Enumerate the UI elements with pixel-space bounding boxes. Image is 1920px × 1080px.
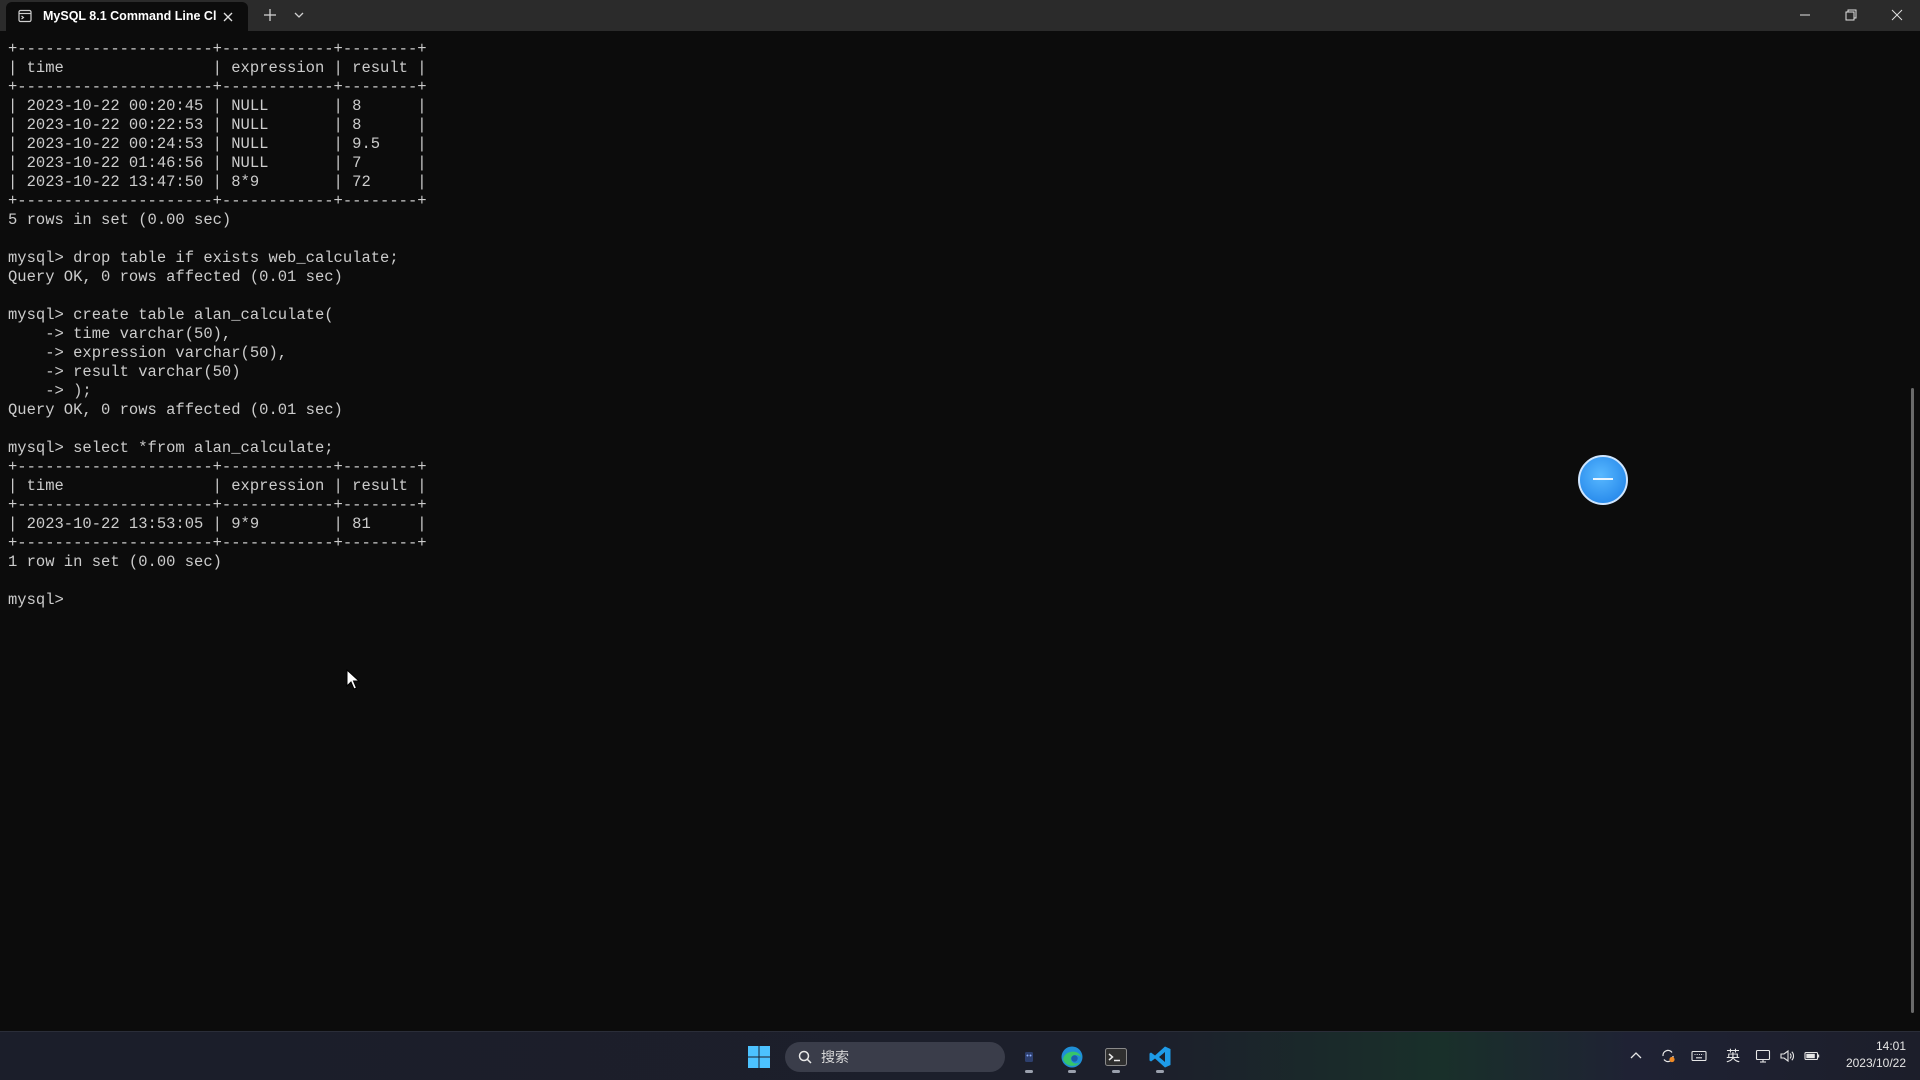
running-indicator: [1025, 1070, 1033, 1073]
taskbar-app-vscode[interactable]: [1143, 1040, 1177, 1074]
windows-start-icon: [748, 1046, 770, 1068]
terminal-line: | 2023-10-22 00:24:53 | NULL | 9.5 |: [8, 135, 427, 153]
floating-assistant-icon[interactable]: [1578, 455, 1628, 505]
tray-network[interactable]: [1755, 1045, 1773, 1067]
taskbar: 搜索 英 14:01 2023/10/22: [0, 1031, 1920, 1080]
tray-sync[interactable]: [1660, 1045, 1678, 1067]
sync-icon: [1662, 1049, 1675, 1063]
terminal-line: | 2023-10-22 13:53:05 | 9*9 | 81 |: [8, 515, 427, 533]
terminal-line: 1 row in set (0.00 sec): [8, 553, 222, 571]
terminal-line: | 2023-10-22 00:20:45 | NULL | 8 |: [8, 97, 427, 115]
terminal-line: +---------------------+------------+----…: [8, 458, 427, 476]
terminal-line: | time | expression | result |: [8, 59, 427, 77]
terminal-line: Query OK, 0 rows affected (0.01 sec): [8, 268, 343, 286]
close-window-button[interactable]: [1874, 0, 1920, 31]
terminal-line: mysql>: [8, 591, 74, 609]
taskbar-app-edge[interactable]: [1055, 1040, 1089, 1074]
clock-date: 2023/10/22: [1845, 1056, 1906, 1070]
tab-mysql-client[interactable]: MySQL 8.1 Command Line Clie: [6, 2, 248, 31]
terminal-line: Query OK, 0 rows affected (0.01 sec): [8, 401, 343, 419]
keyboard-icon: [1691, 1050, 1707, 1062]
plus-icon[interactable]: [262, 7, 278, 23]
search-icon: [798, 1050, 812, 1064]
chevron-up-icon: [1630, 1052, 1642, 1059]
terminal-line: mysql> select *from alan_calculate;: [8, 439, 334, 457]
terminal-line: +---------------------+------------+----…: [8, 534, 427, 552]
scrollbar-thumb[interactable]: [1911, 388, 1914, 1013]
terminal-line: +---------------------+------------+----…: [8, 40, 427, 58]
terminal-line: -> expression varchar(50),: [8, 344, 288, 362]
title-bar: MySQL 8.1 Command Line Clie: [0, 0, 1920, 31]
terminal-line: -> );: [8, 382, 92, 400]
terminal-line: | 2023-10-22 00:22:53 | NULL | 8 |: [8, 116, 427, 134]
tray-ime-indicator[interactable]: 英: [1724, 1045, 1742, 1067]
clock-time: 14:01: [1875, 1039, 1906, 1053]
restore-icon: [1845, 9, 1857, 21]
vscode-icon: [1149, 1046, 1171, 1068]
minimize-icon: [1800, 14, 1810, 16]
terminal-output[interactable]: +---------------------+------------+----…: [8, 40, 427, 610]
close-icon: [1891, 9, 1903, 21]
terminal-line: mysql> drop table if exists web_calculat…: [8, 249, 399, 267]
running-indicator: [1156, 1070, 1164, 1073]
taskbar-search[interactable]: 搜索: [785, 1042, 1005, 1072]
terminal-line: | 2023-10-22 01:46:56 | NULL | 7 |: [8, 154, 427, 172]
tray-keyboard[interactable]: [1691, 1045, 1711, 1067]
edge-browser-icon: [1061, 1046, 1083, 1068]
network-icon: [1755, 1049, 1771, 1063]
mouse-pointer-icon: [346, 669, 360, 690]
minimize-button[interactable]: [1782, 0, 1828, 31]
taskbar-app-widget[interactable]: [1012, 1040, 1046, 1074]
tray-battery[interactable]: [1804, 1045, 1826, 1067]
terminal-line: +---------------------+------------+----…: [8, 78, 427, 96]
terminal-line: +---------------------+------------+----…: [8, 496, 427, 514]
widget-icon: [1025, 1052, 1033, 1062]
terminal-icon: [18, 9, 32, 23]
taskbar-clock[interactable]: 14:01 2023/10/22: [1836, 1038, 1906, 1072]
battery-icon: [1804, 1051, 1820, 1061]
start-button[interactable]: [742, 1040, 776, 1074]
chevron-down-icon[interactable]: [292, 9, 306, 21]
running-indicator: [1068, 1070, 1076, 1073]
volume-icon: [1780, 1049, 1794, 1063]
terminal-line: | 2023-10-22 13:47:50 | 8*9 | 72 |: [8, 173, 427, 191]
restore-button[interactable]: [1828, 0, 1874, 31]
terminal-pane[interactable]: +---------------------+------------+----…: [0, 31, 1920, 1031]
terminal-line: 5 rows in set (0.00 sec): [8, 211, 232, 229]
terminal-line: -> time varchar(50),: [8, 325, 232, 343]
running-indicator: [1112, 1070, 1120, 1073]
tray-overflow-button[interactable]: [1628, 1045, 1646, 1067]
terminal-line: mysql> create table alan_calculate(: [8, 306, 334, 324]
search-placeholder: 搜索: [821, 1049, 849, 1065]
close-icon[interactable]: [221, 10, 235, 24]
terminal-line: +---------------------+------------+----…: [8, 192, 427, 210]
tray-volume[interactable]: [1779, 1045, 1797, 1067]
tab-title: MySQL 8.1 Command Line Clie: [43, 9, 216, 23]
terminal-line: -> result varchar(50): [8, 363, 241, 381]
taskbar-app-terminal[interactable]: [1099, 1040, 1133, 1074]
terminal-line: | time | expression | result |: [8, 477, 427, 495]
terminal-app-icon: [1105, 1048, 1127, 1066]
